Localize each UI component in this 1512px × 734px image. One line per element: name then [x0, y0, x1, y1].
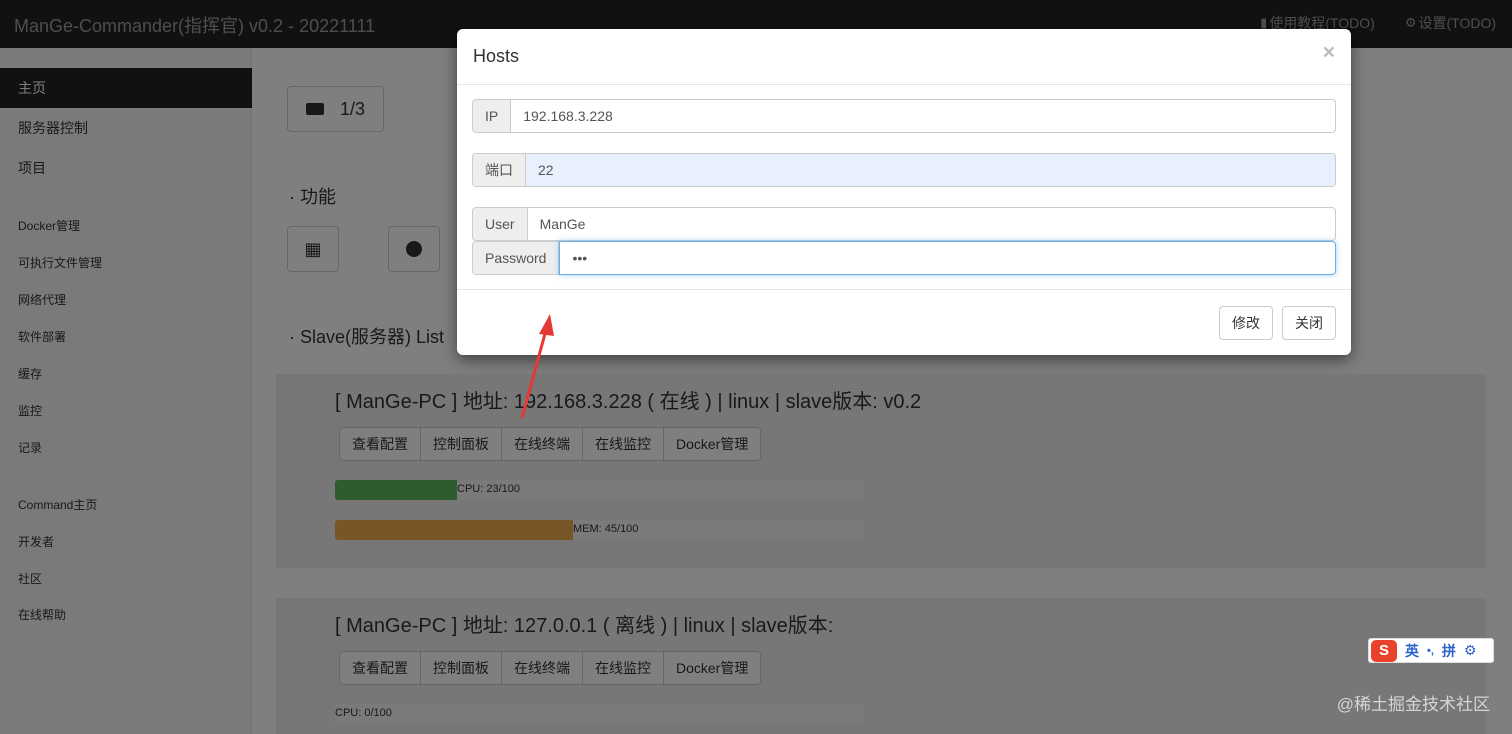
password-field[interactable]: ••• — [559, 241, 1336, 275]
password-label: Password — [472, 241, 560, 275]
ime-settings-icon[interactable]: ⚙ — [1464, 642, 1477, 659]
user-label: User — [472, 207, 528, 241]
ime-lang-toggle[interactable]: 英 — [1405, 641, 1419, 661]
ime-punct-toggle[interactable]: •, — [1427, 645, 1434, 657]
ime-mode-toggle[interactable]: 拼 — [1442, 641, 1456, 661]
password-input-group: Password ••• — [472, 241, 1336, 275]
ip-field[interactable]: 192.168.3.228 — [511, 99, 1336, 133]
close-icon[interactable]: × — [1323, 41, 1335, 65]
ip-input-group: IP 192.168.3.228 — [472, 99, 1336, 133]
user-field[interactable]: ManGe — [527, 207, 1336, 241]
port-field[interactable]: 22 — [526, 153, 1336, 187]
modal-footer: 修改 关闭 — [457, 289, 1351, 355]
modal-title: Hosts — [473, 46, 520, 66]
user-input-group: User ManGe — [472, 207, 1336, 241]
save-button[interactable]: 修改 — [1219, 306, 1273, 340]
port-input-group: 端口 22 — [472, 153, 1336, 187]
port-label: 端口 — [472, 153, 526, 187]
ip-label: IP — [472, 99, 512, 133]
ime-toolbar: S 英 •, 拼 ⚙ — [1368, 638, 1494, 663]
sogou-logo: S — [1371, 639, 1397, 662]
modal-header: Hosts × — [457, 29, 1351, 85]
watermark: @稀土掘金技术社区 — [1336, 695, 1490, 714]
hosts-modal: Hosts × IP 192.168.3.228 端口 22 User ManG… — [457, 29, 1351, 355]
close-button[interactable]: 关闭 — [1282, 306, 1336, 340]
